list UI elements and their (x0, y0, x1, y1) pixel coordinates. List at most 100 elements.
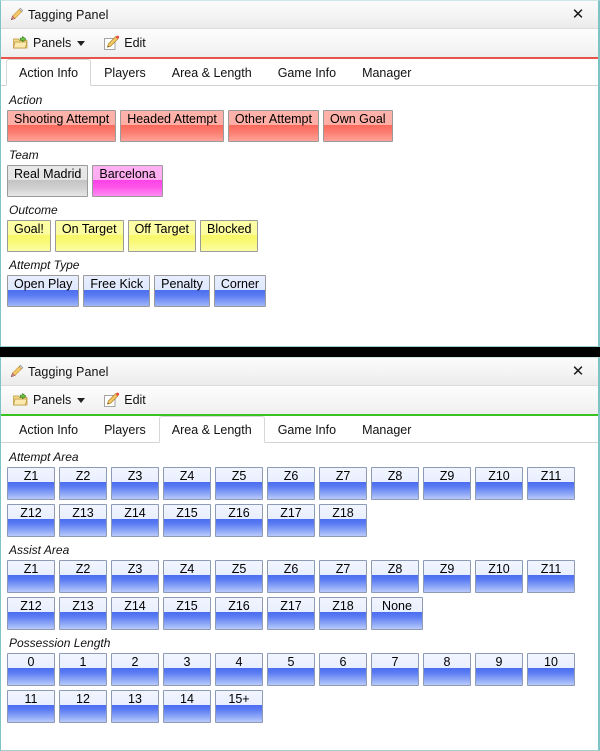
zone-button-z1[interactable]: Z1 (7, 560, 55, 593)
tag-button-off-target[interactable]: Off Target (127, 220, 196, 252)
tag-button-headed-attempt[interactable]: Headed Attempt (120, 110, 224, 142)
zone-button-z2[interactable]: Z2 (59, 467, 107, 500)
zone-button-z14[interactable]: Z14 (111, 504, 159, 537)
zone-button-z1[interactable]: Z1 (7, 467, 55, 500)
tag-button-shooting-attempt[interactable]: Shooting Attempt (7, 110, 117, 142)
zone-button-10[interactable]: 10 (527, 653, 575, 686)
close-button[interactable]: ✕ (566, 360, 590, 382)
zone-button-z6[interactable]: Z6 (267, 467, 315, 500)
zone-button-z17[interactable]: Z17 (267, 504, 315, 537)
zone-button-z15[interactable]: Z15 (163, 504, 211, 537)
zone-button-z7[interactable]: Z7 (319, 560, 367, 593)
tag-button-on-target[interactable]: On Target (54, 220, 124, 252)
zone-button-z5[interactable]: Z5 (215, 560, 263, 593)
zone-button-z16[interactable]: Z16 (215, 597, 263, 630)
zone-button-14[interactable]: 14 (163, 690, 211, 723)
zone-button-z3[interactable]: Z3 (111, 560, 159, 593)
tab-action-info[interactable]: Action Info (6, 417, 91, 442)
zone-button-z18[interactable]: Z18 (319, 504, 367, 537)
zone-button-7[interactable]: 7 (371, 653, 419, 686)
zone-button-z18[interactable]: Z18 (319, 597, 367, 630)
tag-button-barcelona[interactable]: Barcelona (92, 165, 163, 197)
zone-button-z12[interactable]: Z12 (7, 597, 55, 630)
zone-button-13[interactable]: 13 (111, 690, 159, 723)
tab-game-info[interactable]: Game Info (265, 60, 349, 85)
zone-button-z8[interactable]: Z8 (371, 467, 419, 500)
zone-button-z11[interactable]: Z11 (527, 467, 575, 500)
tag-button-open-play[interactable]: Open Play (7, 275, 80, 307)
zone-button-label: 15+ (228, 692, 250, 706)
tag-button-other-attempt[interactable]: Other Attempt (227, 110, 319, 142)
zone-button-z8[interactable]: Z8 (371, 560, 419, 593)
zone-button-z10[interactable]: Z10 (475, 467, 523, 500)
zone-button-6[interactable]: 6 (319, 653, 367, 686)
zone-button-z15[interactable]: Z15 (163, 597, 211, 630)
panels-menu-button[interactable]: Panels (8, 389, 91, 411)
zone-button-12[interactable]: 12 (59, 690, 107, 723)
zone-button-z4[interactable]: Z4 (163, 467, 211, 500)
zone-button-z17[interactable]: Z17 (267, 597, 315, 630)
tab-area-length[interactable]: Area & Length (159, 60, 265, 85)
tag-button-free-kick[interactable]: Free Kick (83, 275, 151, 307)
tab-action-info[interactable]: Action Info (6, 59, 92, 86)
tag-button-penalty[interactable]: Penalty (154, 275, 210, 307)
zone-button-11[interactable]: 11 (7, 690, 55, 723)
zone-button-3[interactable]: 3 (163, 653, 211, 686)
tag-button-corner[interactable]: Corner (213, 275, 267, 307)
zone-button-z2[interactable]: Z2 (59, 560, 107, 593)
zone-button-z7[interactable]: Z7 (319, 467, 367, 500)
zone-button-0[interactable]: 0 (7, 653, 55, 686)
group-possession-length: Possession Length 0 1 2 3 4 5 6 7 8 9 10 11 12 13 14 15+ (7, 636, 598, 727)
tab-manager[interactable]: Manager (349, 60, 424, 85)
tag-button-real-madrid[interactable]: Real Madrid (7, 165, 89, 197)
zone-button-z13[interactable]: Z13 (59, 597, 107, 630)
zone-button-4[interactable]: 4 (215, 653, 263, 686)
zone-button-z9[interactable]: Z9 (423, 560, 471, 593)
zone-button-z6[interactable]: Z6 (267, 560, 315, 593)
zone-button-z9[interactable]: Z9 (423, 467, 471, 500)
panels-menu-button[interactable]: Panels (8, 32, 91, 54)
tag-button-own-goal[interactable]: Own Goal (322, 110, 393, 142)
zone-button-z10[interactable]: Z10 (475, 560, 523, 593)
zone-button-8[interactable]: 8 (423, 653, 471, 686)
tab-label: Manager (362, 423, 412, 437)
caret-down-icon[interactable] (77, 397, 86, 403)
zone-button-label: Z1 (23, 562, 39, 576)
tab-strip-1: Action Info Players Area & Length Game Info… (1, 59, 598, 86)
zone-button-label: Z9 (439, 469, 455, 483)
edit-button[interactable]: Edit (99, 32, 150, 54)
zone-button-z12[interactable]: Z12 (7, 504, 55, 537)
zone-button-2[interactable]: 2 (111, 653, 159, 686)
close-button[interactable]: ✕ (566, 3, 590, 25)
tag-button-label: Open Play (14, 277, 73, 291)
zone-button-label: Z4 (179, 469, 195, 483)
zone-button-z16[interactable]: Z16 (215, 504, 263, 537)
zone-button-z5[interactable]: Z5 (215, 467, 263, 500)
tag-button-label: Own Goal (329, 112, 386, 126)
tag-button-blocked[interactable]: Blocked (200, 220, 259, 252)
zone-button-none[interactable]: None (371, 597, 423, 630)
tab-area-length[interactable]: Area & Length (158, 416, 265, 443)
zone-button-15[interactable]: 15+ (215, 690, 263, 723)
zone-button-z14[interactable]: Z14 (111, 597, 159, 630)
caret-down-icon[interactable] (77, 40, 86, 46)
zone-button-z3[interactable]: Z3 (111, 467, 159, 500)
zone-button-label: Z11 (540, 469, 562, 483)
tab-manager[interactable]: Manager (349, 417, 424, 442)
toolbar: Panels Edit (1, 29, 598, 57)
zone-button-9[interactable]: 9 (475, 653, 523, 686)
zone-button-z4[interactable]: Z4 (163, 560, 211, 593)
tab-game-info[interactable]: Game Info (265, 417, 349, 442)
zone-button-5[interactable]: 5 (267, 653, 315, 686)
tab-label: Area & Length (171, 66, 252, 80)
tag-button-goal[interactable]: Goal! (7, 220, 51, 252)
zone-button-z13[interactable]: Z13 (59, 504, 107, 537)
group-action: Action Shooting Attempt Headed Attempt Othe… (7, 93, 598, 145)
tag-button-label: Other Attempt (234, 112, 312, 126)
zone-button-1[interactable]: 1 (59, 653, 107, 686)
window-title: Tagging Panel (28, 364, 109, 379)
edit-button[interactable]: Edit (99, 389, 150, 411)
zone-button-z11[interactable]: Z11 (527, 560, 575, 593)
tab-players[interactable]: Players (91, 417, 159, 442)
tab-players[interactable]: Players (91, 60, 159, 85)
